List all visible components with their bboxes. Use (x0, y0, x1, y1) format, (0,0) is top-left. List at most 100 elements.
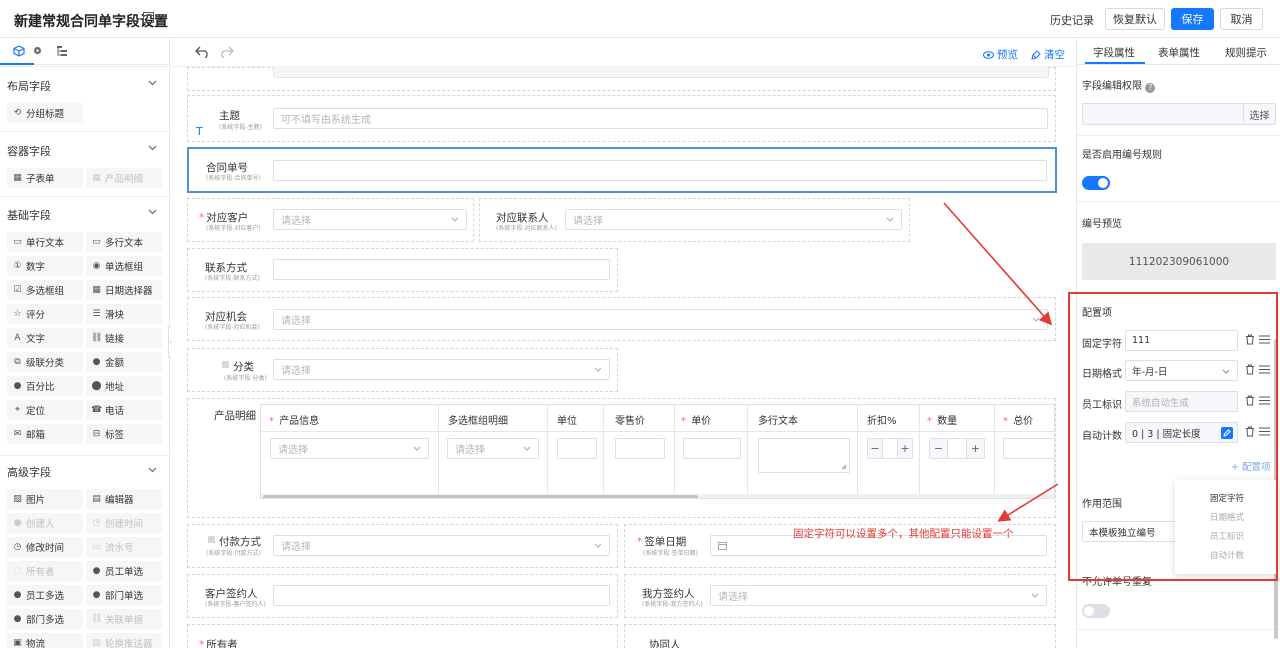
department-icon: ● (13, 614, 22, 624)
contact-way-input[interactable] (273, 259, 610, 280)
palette-item[interactable]: ▤ 编辑器 (86, 489, 162, 509)
palette-item[interactable]: ● 部门多选 (7, 609, 83, 629)
palette-item[interactable]: ▭ 多行文本 (86, 232, 162, 252)
form-row-customer[interactable]: * 对应客户 (系统字段-对应客户) 请选择 (187, 198, 474, 242)
serial-icon: ▭ (92, 542, 101, 552)
checkbox-group-select[interactable]: 请选择 (447, 438, 539, 459)
palette-item[interactable]: ● 金额 (86, 352, 162, 372)
minus-icon[interactable]: − (868, 439, 883, 458)
chevron-up-icon[interactable] (148, 80, 157, 86)
plus-icon[interactable]: + (897, 439, 912, 458)
restore-default-button[interactable]: 恢复默认 (1105, 8, 1165, 30)
palette-item[interactable]: ☆ 评分 (7, 304, 83, 324)
tab-form-properties[interactable]: 表单属性 (1158, 45, 1200, 60)
field-sublabel: (系统字段-对应客户) (206, 225, 261, 232)
palette-item[interactable]: ☎ 电话 (86, 400, 162, 420)
cancel-button[interactable]: 取消 (1220, 8, 1263, 30)
contact-select[interactable]: 请选择 (565, 209, 902, 230)
quantity-stepper[interactable]: − + (929, 438, 985, 459)
field-sublabel: (系统字段-付款方式) (206, 550, 261, 557)
form-row-contract-no[interactable]: 合同单号 (系统字段-合同单号) (187, 147, 1057, 193)
form-row-owner[interactable]: * 所有者 (187, 624, 618, 648)
save-button[interactable]: 保存 (1171, 8, 1214, 30)
layout-icon[interactable] (143, 12, 154, 23)
plus-icon[interactable]: + (966, 439, 984, 458)
preview-button[interactable]: 预览 (983, 47, 1018, 62)
total-price-input[interactable] (1003, 438, 1054, 459)
palette-item[interactable]: ▨ 图片 (7, 489, 83, 509)
chevron-up-icon[interactable] (148, 145, 157, 151)
our-signer-select[interactable]: 请选择 (710, 585, 1047, 606)
discount-stepper[interactable]: − + (867, 438, 913, 459)
unit-input[interactable] (557, 438, 597, 459)
form-row-opportunity[interactable]: 对应机会 (系统字段-对应机会) 请选择 (187, 297, 1056, 341)
edit-permission-input[interactable]: 选择 (1082, 103, 1276, 125)
product-select[interactable]: 请选择 (270, 438, 429, 459)
contract-no-input[interactable] (273, 160, 1047, 181)
customer-signer-input[interactable] (273, 585, 610, 606)
payment-select[interactable]: 请选择 (273, 535, 610, 556)
tree-icon[interactable] (56, 45, 68, 57)
subject-input[interactable]: 可不填写由系统生成 (273, 108, 1048, 129)
palette-item[interactable]: ● 员工单选 (86, 561, 162, 581)
palette-item[interactable]: ⌖ 定位 (7, 400, 83, 420)
palette-item[interactable]: ⬤ 地址 (86, 376, 162, 396)
palette-item[interactable]: ☰ 滑块 (86, 304, 162, 324)
palette-item[interactable]: ⟲ 分组标题 (7, 103, 83, 123)
palette-item[interactable]: ⧉ 级联分类 (7, 352, 83, 372)
horizontal-scrollbar[interactable] (261, 494, 1054, 498)
palette-item[interactable]: ● 员工多选 (7, 585, 83, 605)
form-row-our-signer[interactable]: 我方签约人 (系统字段-我方签约人) 请选择 (624, 574, 1056, 618)
form-row-payment[interactable]: 付款方式 (系统字段-付款方式) 请选择 (187, 524, 618, 568)
palette-item[interactable]: ☑ 多选框组 (7, 280, 83, 300)
choose-button[interactable]: 选择 (1243, 104, 1275, 124)
palette-item[interactable]: ◷ 修改时间 (7, 537, 83, 557)
category-select[interactable]: 请选择 (273, 359, 610, 380)
form-row-category[interactable]: 分类 (系统字段-分类) 请选择 (187, 348, 618, 392)
palette-item[interactable]: ① 数字 (7, 256, 83, 276)
palette-item[interactable]: ● 百分比 (7, 376, 83, 396)
unit-price-input[interactable] (683, 438, 741, 459)
enable-numbering-toggle[interactable] (1082, 176, 1110, 190)
palette-item[interactable]: ● 部门单选 (86, 585, 162, 605)
field-sublabel: (系统字段-我方签约人) (642, 601, 703, 608)
history-link[interactable]: 历史记录 (1050, 12, 1094, 28)
clear-button[interactable]: 清空 (1031, 47, 1065, 62)
form-row-subject[interactable]: 主题 (系统字段-主题) T 可不填写由系统生成 (187, 95, 1056, 142)
customer-select[interactable]: 请选择 (273, 209, 467, 230)
redo-icon[interactable] (219, 46, 234, 58)
palette-item[interactable]: ▣ 物流 (7, 633, 83, 648)
palette-item[interactable]: ▦ 子表单 (7, 168, 83, 188)
form-row-collaborator[interactable]: 协同人 (624, 624, 1056, 648)
multi-line-textarea[interactable] (758, 438, 850, 473)
tab-rule-tips[interactable]: 规则提示 (1225, 45, 1267, 60)
undo-icon[interactable] (195, 46, 210, 58)
chevron-up-icon[interactable] (148, 467, 157, 473)
cube-icon[interactable] (13, 45, 25, 57)
palette-item[interactable]: ✉ 邮箱 (7, 424, 83, 444)
minus-icon[interactable]: − (930, 439, 948, 458)
gear-icon[interactable] (33, 46, 42, 55)
help-icon[interactable]: ? (1145, 83, 1156, 93)
section-title: 容器字段 (7, 145, 51, 158)
palette-item[interactable]: ◉ 单选框组 (86, 256, 162, 276)
palette-item[interactable]: A 文字 (7, 328, 83, 348)
palette-item[interactable]: ▭ 单行文本 (7, 232, 83, 252)
form-row-product[interactable]: 产品明细 * 产品信息 多选框组明细 单位 零售价 * 单价 多行文本 折扣% … (187, 398, 1056, 518)
form-row-customer-signer[interactable]: 客户签约人 (系统字段-客户签约人) (187, 574, 618, 618)
field-sublabel: (系统字段-分类) (224, 375, 267, 382)
palette-item[interactable]: ▦ 日期选择器 (86, 280, 162, 300)
palette-item[interactable]: ⛓ 链接 (86, 328, 162, 348)
tab-field-properties[interactable]: 字段属性 (1093, 45, 1135, 60)
field-input-partial (273, 66, 1049, 78)
scrollbar-thumb[interactable] (263, 495, 698, 498)
form-row-contact[interactable]: 对应联系人 (系统字段-对应联系人) 请选择 (479, 198, 910, 242)
chevron-up-icon[interactable] (148, 209, 157, 215)
form-row[interactable] (187, 66, 1056, 91)
retail-price-input[interactable] (615, 438, 665, 459)
palette-item[interactable]: ⊟ 标签 (86, 424, 162, 444)
form-row-contact-way[interactable]: 联系方式 (系统字段-联系方式) (187, 248, 618, 292)
no-repeat-toggle[interactable] (1082, 604, 1110, 618)
opportunity-select[interactable]: 请选择 (273, 309, 1048, 330)
multi-line-icon: ▭ (92, 237, 101, 247)
